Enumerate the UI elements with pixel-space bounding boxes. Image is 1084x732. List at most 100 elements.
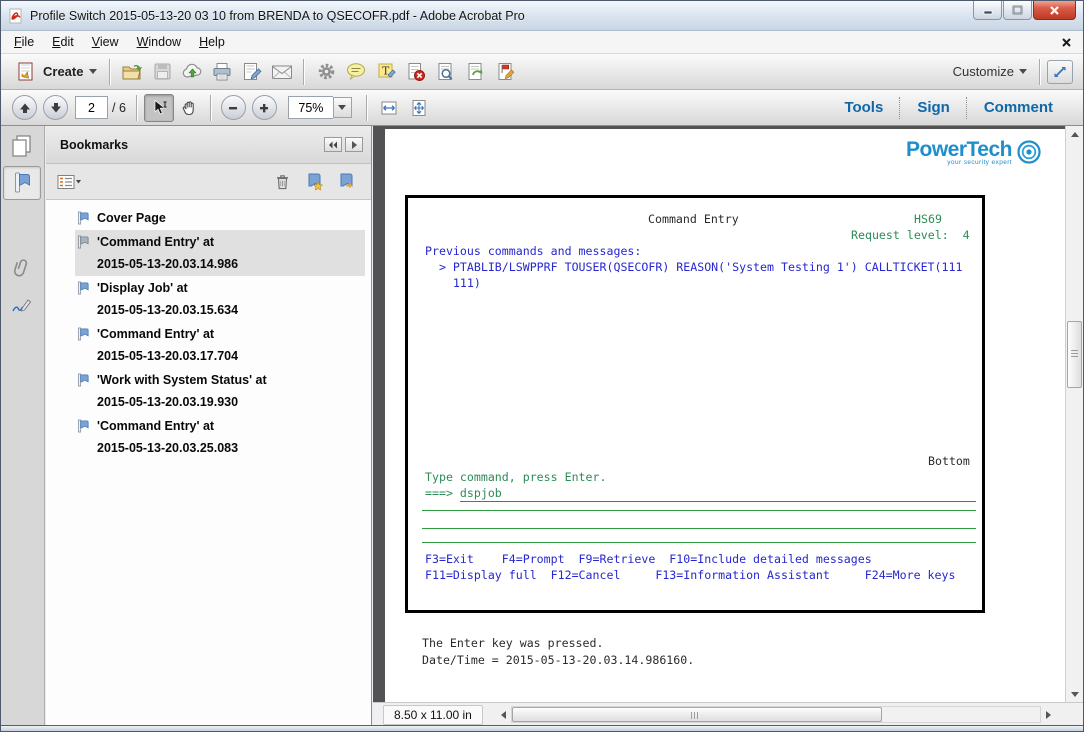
- new-bookmark-icon: [305, 172, 324, 191]
- bookmarks-tab-button[interactable]: [3, 166, 41, 200]
- bookmark-item-command-entry-1[interactable]: 'Command Entry' at 2015-05-13-20.03.14.9…: [75, 230, 365, 276]
- bookmark-icon: [77, 418, 90, 434]
- select-tool-button[interactable]: [144, 94, 174, 122]
- chevron-down-icon: [338, 105, 346, 110]
- close-document-button[interactable]: [1059, 36, 1073, 50]
- save-button[interactable]: [147, 58, 177, 86]
- hand-tool-button[interactable]: [174, 94, 204, 122]
- input-rule: [422, 528, 976, 529]
- input-rule: [422, 510, 976, 511]
- entry-underline: [502, 486, 976, 502]
- audit-datetime-line: Date/Time = 2015-05-13-20.03.14.986160.: [422, 653, 694, 667]
- acrobat-window: Profile Switch 2015-05-13-20 03 10 from …: [0, 0, 1084, 732]
- bookmark-timestamp: 2015-05-13-20.03.25.083: [97, 437, 238, 459]
- export-document-button[interactable]: [461, 58, 491, 86]
- bookmark-title: 'Work with System Status' at: [97, 369, 267, 391]
- comment-button[interactable]: [341, 58, 371, 86]
- fit-width-button[interactable]: [374, 94, 404, 122]
- menu-item-file[interactable]: File: [5, 32, 43, 52]
- bookmark-icon: [77, 372, 90, 388]
- sign-tab[interactable]: Sign: [901, 95, 966, 120]
- delete-pages-button[interactable]: [401, 58, 431, 86]
- scroll-left-button[interactable]: [497, 706, 511, 723]
- gear-icon: [316, 61, 337, 82]
- bottom-indicator: Bottom: [928, 454, 970, 469]
- menu-item-edit[interactable]: Edit: [43, 32, 83, 52]
- vertical-scrollbar[interactable]: [1065, 126, 1083, 702]
- delete-bookmark-button[interactable]: [269, 170, 295, 194]
- page-thumbnails-tab-button[interactable]: [3, 129, 41, 163]
- tools-tab[interactable]: Tools: [828, 95, 899, 120]
- menu-item-help[interactable]: Help: [190, 32, 234, 52]
- highlight-text-icon: T: [376, 61, 397, 82]
- comment-bubble-icon: [345, 61, 367, 82]
- bookmark-title: 'Command Entry' at: [97, 323, 238, 345]
- attachments-tab-button[interactable]: [3, 252, 41, 286]
- zoom-out-button[interactable]: [221, 95, 246, 120]
- form-flag-pencil-icon: [495, 61, 517, 83]
- scrollbar-grip: [1071, 350, 1078, 357]
- fit-width-icon: [379, 98, 399, 118]
- bookmark-arrow-icon: [337, 172, 356, 191]
- scroll-right-button[interactable]: [1041, 706, 1055, 723]
- close-icon: [1049, 5, 1060, 16]
- menu-item-window[interactable]: Window: [128, 32, 190, 52]
- separator-rule: [422, 542, 976, 543]
- bookmark-options-button[interactable]: [56, 170, 82, 194]
- minimize-button[interactable]: [973, 1, 1002, 20]
- previous-page-button[interactable]: [12, 95, 37, 120]
- open-file-button[interactable]: [117, 58, 147, 86]
- new-bookmark-button[interactable]: [301, 170, 327, 194]
- next-page-button[interactable]: [43, 95, 68, 120]
- delete-page-icon: [405, 61, 427, 83]
- menu-item-view[interactable]: View: [83, 32, 128, 52]
- audit-note-line: The Enter key was pressed.: [422, 636, 603, 650]
- edit-form-button[interactable]: [491, 58, 521, 86]
- scroll-down-button[interactable]: [1066, 686, 1083, 702]
- settings-button[interactable]: [311, 58, 341, 86]
- zoom-in-button[interactable]: [252, 95, 277, 120]
- paperclip-icon: [12, 257, 32, 281]
- pen-document-button[interactable]: [237, 58, 267, 86]
- comment-tab[interactable]: Comment: [968, 95, 1069, 120]
- screen-title: Command Entry: [648, 212, 739, 227]
- zoom-dropdown-button[interactable]: [333, 97, 352, 118]
- command-line-2: 111): [425, 276, 976, 292]
- scroll-up-button[interactable]: [1066, 126, 1083, 142]
- fit-page-button[interactable]: [404, 94, 434, 122]
- horizontal-scrollbar-thumb[interactable]: [512, 707, 882, 722]
- hand-icon: [180, 99, 198, 117]
- print-button[interactable]: [207, 58, 237, 86]
- bookmark-goto-button[interactable]: [333, 170, 359, 194]
- page-number-input[interactable]: [75, 96, 108, 119]
- bookmark-item-display-job[interactable]: 'Display Job' at 2015-05-13-20.03.15.634: [75, 276, 365, 322]
- diagonal-arrows-icon: [1052, 64, 1068, 80]
- highlight-text-button[interactable]: T: [371, 58, 401, 86]
- collapse-panel-button[interactable]: [324, 137, 342, 152]
- bookmark-item-command-entry-3[interactable]: 'Command Entry' at 2015-05-13-20.03.25.0…: [75, 414, 365, 460]
- bookmark-title: 'Command Entry' at: [97, 415, 238, 437]
- customize-button[interactable]: Customize: [947, 61, 1033, 82]
- panel-menu-button[interactable]: [345, 137, 363, 152]
- command-entry-row: ===> dspjob: [425, 486, 976, 502]
- previous-commands-label: Previous commands and messages:: [425, 244, 976, 260]
- bookmark-item-work-with-system-status[interactable]: 'Work with System Status' at 2015-05-13-…: [75, 368, 365, 414]
- search-document-button[interactable]: [431, 58, 461, 86]
- close-button[interactable]: [1033, 1, 1076, 20]
- create-button[interactable]: Create: [9, 59, 103, 85]
- bookmark-item-command-entry-2[interactable]: 'Command Entry' at 2015-05-13-20.03.17.7…: [75, 322, 365, 368]
- print-icon: [211, 61, 233, 83]
- vertical-scrollbar-thumb[interactable]: [1067, 321, 1082, 388]
- page-size-label: 8.50 x 11.00 in: [383, 705, 483, 725]
- close-document-icon: [1061, 37, 1072, 48]
- maximize-button[interactable]: [1003, 1, 1032, 20]
- email-button[interactable]: [267, 58, 297, 86]
- bookmark-item-cover-page[interactable]: Cover Page: [75, 206, 365, 230]
- zoom-level-input[interactable]: [288, 96, 333, 119]
- signatures-tab-button[interactable]: [3, 289, 41, 323]
- horizontal-scrollbar-track[interactable]: [511, 706, 1041, 723]
- horizontal-scrollbar[interactable]: [497, 706, 1055, 723]
- expand-toolbar-button[interactable]: [1047, 60, 1073, 84]
- minimize-icon: [983, 6, 993, 15]
- share-upload-button[interactable]: [177, 58, 207, 86]
